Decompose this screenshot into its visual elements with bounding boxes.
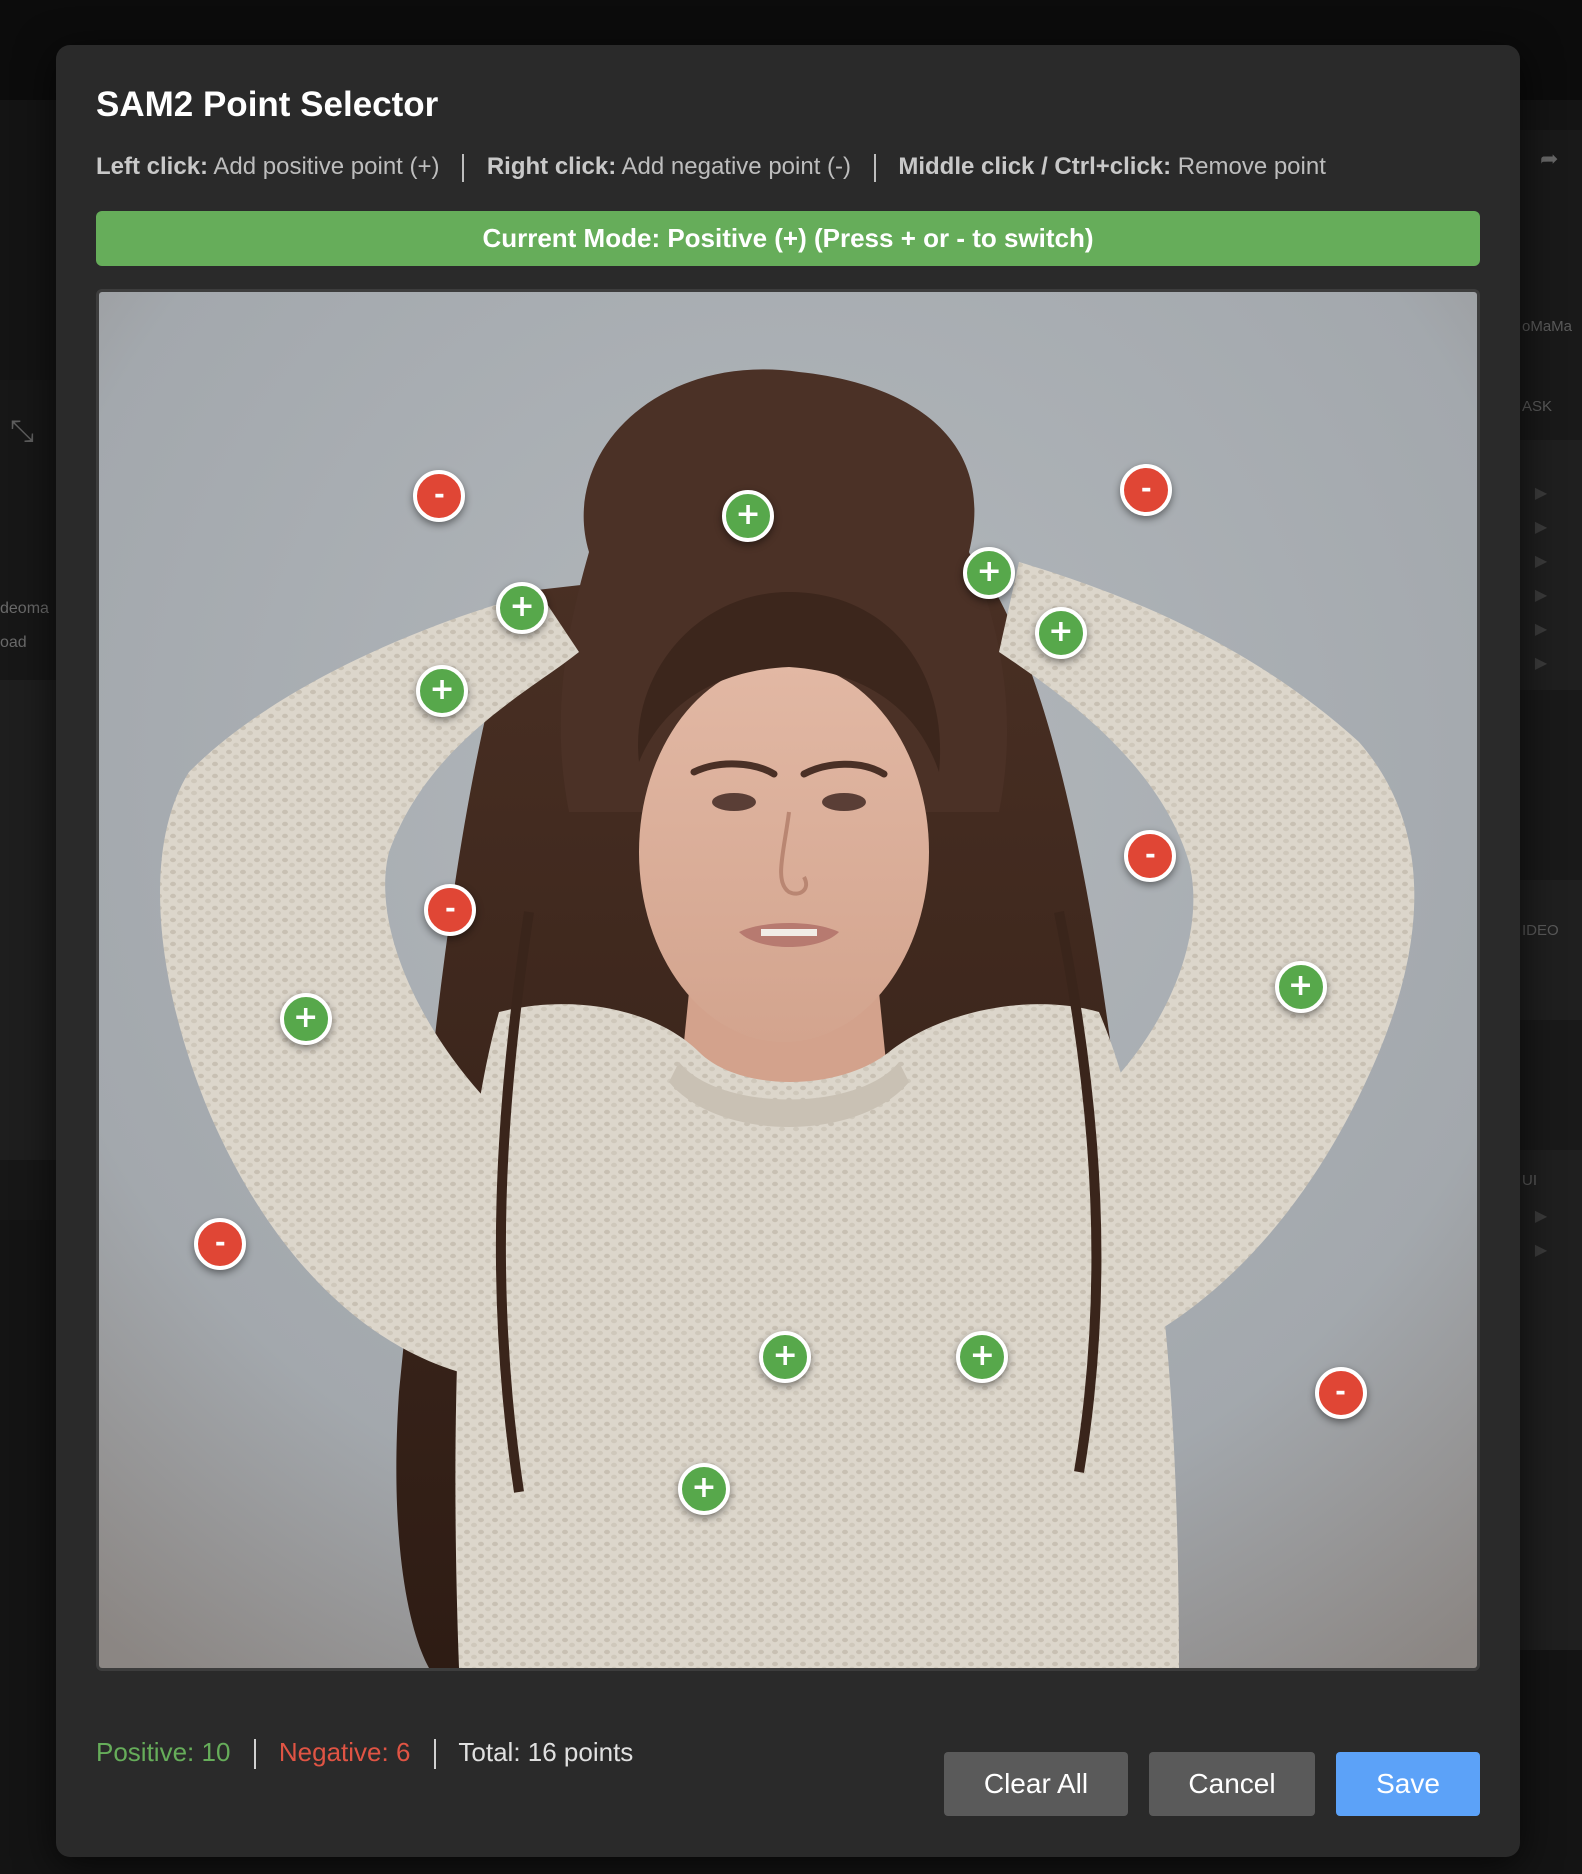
separator: [253, 1739, 256, 1770]
play-icon: ▶: [1534, 1208, 1548, 1225]
positive-point-marker[interactable]: +: [759, 1331, 812, 1384]
current-mode-indicator[interactable]: Current Mode: Positive (+) (Press + or -…: [96, 211, 1480, 266]
background-label: UI: [1522, 1172, 1537, 1189]
negative-point-marker[interactable]: -: [424, 883, 477, 936]
instruction-key: Left click:: [96, 153, 209, 180]
point-stats: Positive: 10 Negative: 6 Total: 16 point…: [96, 1737, 634, 1770]
background-label: deoma: [0, 600, 49, 617]
background-label: oad: [0, 634, 27, 651]
instruction-action: Add positive point (+): [213, 153, 440, 180]
play-icon: ▶: [1534, 519, 1548, 536]
background-label: oMaMa: [1522, 318, 1573, 335]
image-canvas[interactable]: - + - + + + + - - + + - + + - +: [96, 289, 1480, 1671]
separator: [873, 153, 876, 182]
instruction-key: Middle click / Ctrl+click:: [898, 153, 1172, 180]
positive-point-marker[interactable]: +: [956, 1331, 1009, 1384]
background-label: ASK: [1522, 398, 1553, 415]
positive-count: Positive: 10: [96, 1737, 231, 1767]
cancel-button[interactable]: Cancel: [1149, 1752, 1315, 1816]
instruction-action: Remove point: [1177, 153, 1326, 180]
clear-all-button[interactable]: Clear All: [944, 1752, 1128, 1816]
negative-count: Negative: 6: [278, 1737, 411, 1767]
subject-photo: [99, 292, 1477, 1668]
negative-point-marker[interactable]: -: [1314, 1366, 1367, 1419]
play-icon: ▶: [1534, 553, 1548, 570]
play-icon: ▶: [1534, 1242, 1548, 1259]
positive-point-marker[interactable]: +: [677, 1463, 730, 1516]
play-icon: ▶: [1534, 621, 1548, 638]
negative-point-marker[interactable]: -: [413, 469, 466, 522]
positive-point-marker[interactable]: +: [279, 992, 332, 1045]
separator: [462, 153, 465, 182]
play-icon: ▶: [1534, 587, 1548, 604]
instruction-action: Add negative point (-): [621, 153, 852, 180]
positive-point-marker[interactable]: +: [416, 665, 469, 718]
positive-point-marker[interactable]: +: [963, 546, 1016, 599]
instructions: Left click: Add positive point (+) Right…: [96, 153, 1326, 182]
background-label: IDEO: [1522, 922, 1559, 939]
save-button[interactable]: Save: [1336, 1752, 1480, 1816]
play-icon: ▶: [1534, 485, 1548, 502]
positive-point-marker[interactable]: +: [1034, 607, 1087, 660]
collapse-icon: ⤡: [10, 415, 34, 448]
background-node: [1520, 880, 1582, 1020]
positive-point-marker[interactable]: +: [722, 490, 775, 543]
play-icon: ▶: [1534, 655, 1548, 672]
background-video-preview: [0, 680, 60, 1160]
separator: [433, 1739, 436, 1770]
point-selector-dialog: SAM2 Point Selector Left click: Add posi…: [56, 45, 1520, 1857]
positive-point-marker[interactable]: +: [1274, 960, 1327, 1013]
instruction-key: Right click:: [486, 153, 617, 180]
dialog-title: SAM2 Point Selector: [96, 85, 439, 124]
share-icon: ➦: [1540, 146, 1559, 171]
total-count: Total: 16 points: [458, 1737, 634, 1767]
